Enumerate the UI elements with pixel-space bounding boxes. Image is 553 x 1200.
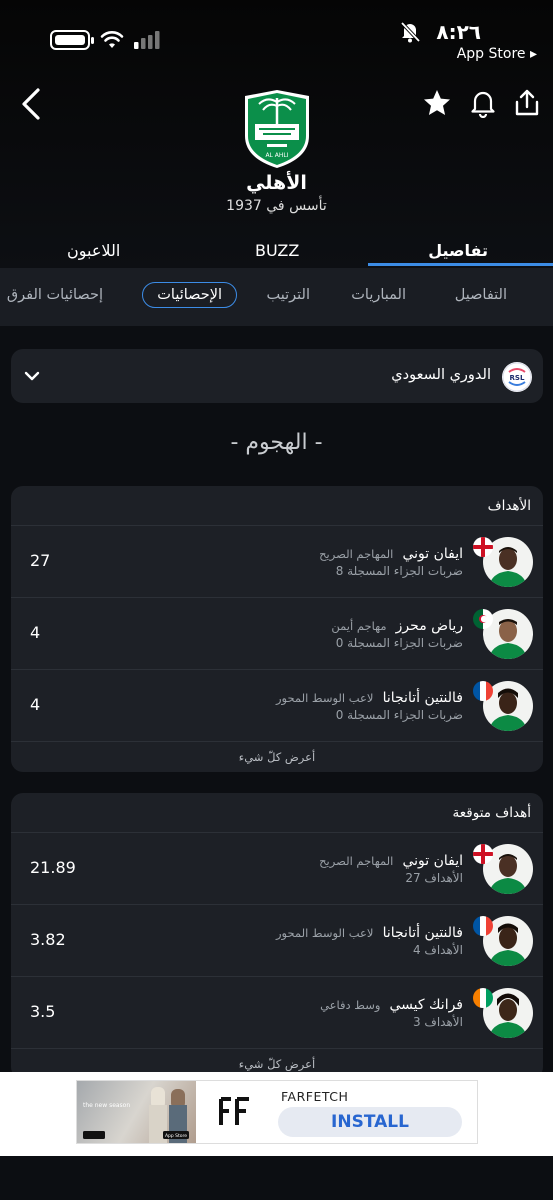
app-store-badge-text: App Store	[165, 1133, 187, 1139]
expected-goals-card: أهداف متوقعة ايفان توني المهاجم الصريح ا…	[11, 793, 543, 1079]
player-position: وسط دفاعي	[320, 998, 381, 1012]
subtab-team-statistics[interactable]: إحصائيات الفرق	[7, 287, 103, 303]
stat-value: 4	[30, 623, 41, 642]
stat-value: 4	[30, 695, 41, 714]
player-name: فالنتين أتانجانا	[382, 925, 463, 941]
ivory-coast-flag-icon	[473, 988, 493, 1008]
tab-players[interactable]: اللاعبون	[67, 241, 120, 260]
player-position: المهاجم الصريح	[319, 547, 394, 561]
player-row[interactable]: ايفان توني المهاجم الصريح الأهداف 27 21.…	[11, 833, 543, 905]
stat-value: 21.89	[30, 858, 76, 877]
league-dropdown[interactable]: RSL الدوري السعودي	[11, 349, 543, 403]
ad-photo: App Store the new season	[77, 1081, 196, 1143]
back-arrow-icon[interactable]	[18, 86, 46, 122]
chevron-down-icon	[24, 371, 40, 381]
league-name: الدوري السعودي	[391, 367, 491, 383]
stat-value: 3.5	[30, 1002, 56, 1021]
club-founded: تأسس في 1937	[226, 198, 327, 214]
stat-value: 27	[30, 551, 51, 570]
battery-icon	[50, 30, 94, 50]
league-logo-text: RSL	[510, 374, 525, 382]
player-penalties: ضربات الجزاء المسجلة 8	[335, 564, 463, 578]
france-flag-icon	[473, 916, 493, 936]
farfetch-ad-banner[interactable]: App Store the new season FARFETCH INSTAL…	[76, 1080, 478, 1144]
player-position: المهاجم الصريح	[319, 854, 394, 868]
signal-icon	[134, 31, 160, 49]
bottom-safe-area	[0, 1156, 553, 1200]
player-name: ايفان توني	[402, 853, 463, 869]
wifi-icon	[100, 31, 124, 48]
player-position: لاعب الوسط المحور	[276, 691, 374, 705]
player-name: فالنتين أتانجانا	[382, 690, 463, 706]
see-all-label: أعرض كلّ شيء	[238, 750, 316, 764]
club-header: ٨:٢٦ App Store ▸ AL AHLI الأهلي تأسس في …	[0, 0, 553, 268]
see-all-label: أعرض كلّ شيء	[238, 1057, 316, 1071]
back-to-app-store-link[interactable]: App Store ▸	[457, 46, 537, 62]
active-tab-indicator	[368, 263, 553, 266]
section-title-attack: - الهجوم -	[230, 430, 323, 455]
club-logo-icon: AL AHLI	[245, 90, 309, 168]
see-all-goals-link[interactable]: أعرض كلّ شيء	[11, 742, 543, 772]
status-bar: ٨:٢٦ App Store ▸	[0, 0, 553, 70]
player-goals: الأهداف 4	[412, 943, 463, 957]
player-position: مهاجم أيمن	[331, 619, 387, 633]
club-logo-text: AL AHLI	[265, 152, 288, 159]
ad-strip: App Store the new season FARFETCH INSTAL…	[0, 1072, 553, 1156]
install-button[interactable]: INSTALL	[278, 1107, 462, 1137]
share-icon[interactable]	[512, 88, 542, 118]
player-goals: الأهداف 3	[412, 1015, 463, 1029]
tab-details[interactable]: تفاصيل	[428, 241, 488, 260]
player-penalties: ضربات الجزاء المسجلة 0	[335, 636, 463, 650]
subtab-matches[interactable]: المباريات	[351, 287, 406, 303]
player-row[interactable]: ايفان توني المهاجم الصريح ضربات الجزاء ا…	[11, 526, 543, 598]
subtab-statistics[interactable]: الإحصائيات	[142, 282, 237, 308]
favorite-star-icon[interactable]	[422, 88, 452, 118]
player-goals: الأهداف 27	[405, 871, 463, 885]
player-name: رياض محرز	[395, 618, 463, 634]
stat-value: 3.82	[30, 930, 66, 949]
france-flag-icon	[473, 681, 493, 701]
player-penalties: ضربات الجزاء المسجلة 0	[335, 708, 463, 722]
stats-subtabs: التفاصيل المباريات الترتيب الإحصائيات إح…	[0, 268, 553, 326]
status-time: ٨:٢٦	[436, 20, 481, 44]
player-position: لاعب الوسط المحور	[276, 926, 374, 940]
farfetch-logo-icon	[219, 1097, 249, 1125]
player-row[interactable]: رياض محرز مهاجم أيمن ضربات الجزاء المسجل…	[11, 598, 543, 670]
subtab-details[interactable]: التفاصيل	[455, 287, 507, 303]
tab-buzz[interactable]: BUZZ	[255, 241, 299, 260]
goals-card: الأهداف ايفان توني المهاجم الصريح ضربات …	[11, 486, 543, 772]
subtab-standings[interactable]: الترتيب	[267, 287, 310, 303]
silent-bell-icon	[400, 21, 420, 43]
algeria-flag-icon	[473, 609, 493, 629]
player-name: ايفان توني	[402, 546, 463, 562]
player-name: فرانك كيسي	[389, 997, 464, 1013]
england-flag-icon	[473, 844, 493, 864]
england-flag-icon	[473, 537, 493, 557]
club-name: الأهلي	[246, 172, 307, 194]
player-row[interactable]: فرانك كيسي وسط دفاعي الأهداف 3 3.5	[11, 977, 543, 1049]
goals-card-title: الأهداف	[487, 498, 531, 514]
player-row[interactable]: فالنتين أتانجانا لاعب الوسط المحور الأهد…	[11, 905, 543, 977]
player-row[interactable]: فالنتين أتانجانا لاعب الوسط المحور ضربات…	[11, 670, 543, 742]
notification-bell-icon[interactable]	[468, 88, 498, 118]
expected-goals-card-title: أهداف متوقعة	[452, 805, 531, 821]
league-logo-icon: RSL	[502, 362, 532, 392]
ad-brand: FARFETCH	[281, 1089, 349, 1104]
ad-photo-text: the new season	[83, 1102, 131, 1109]
